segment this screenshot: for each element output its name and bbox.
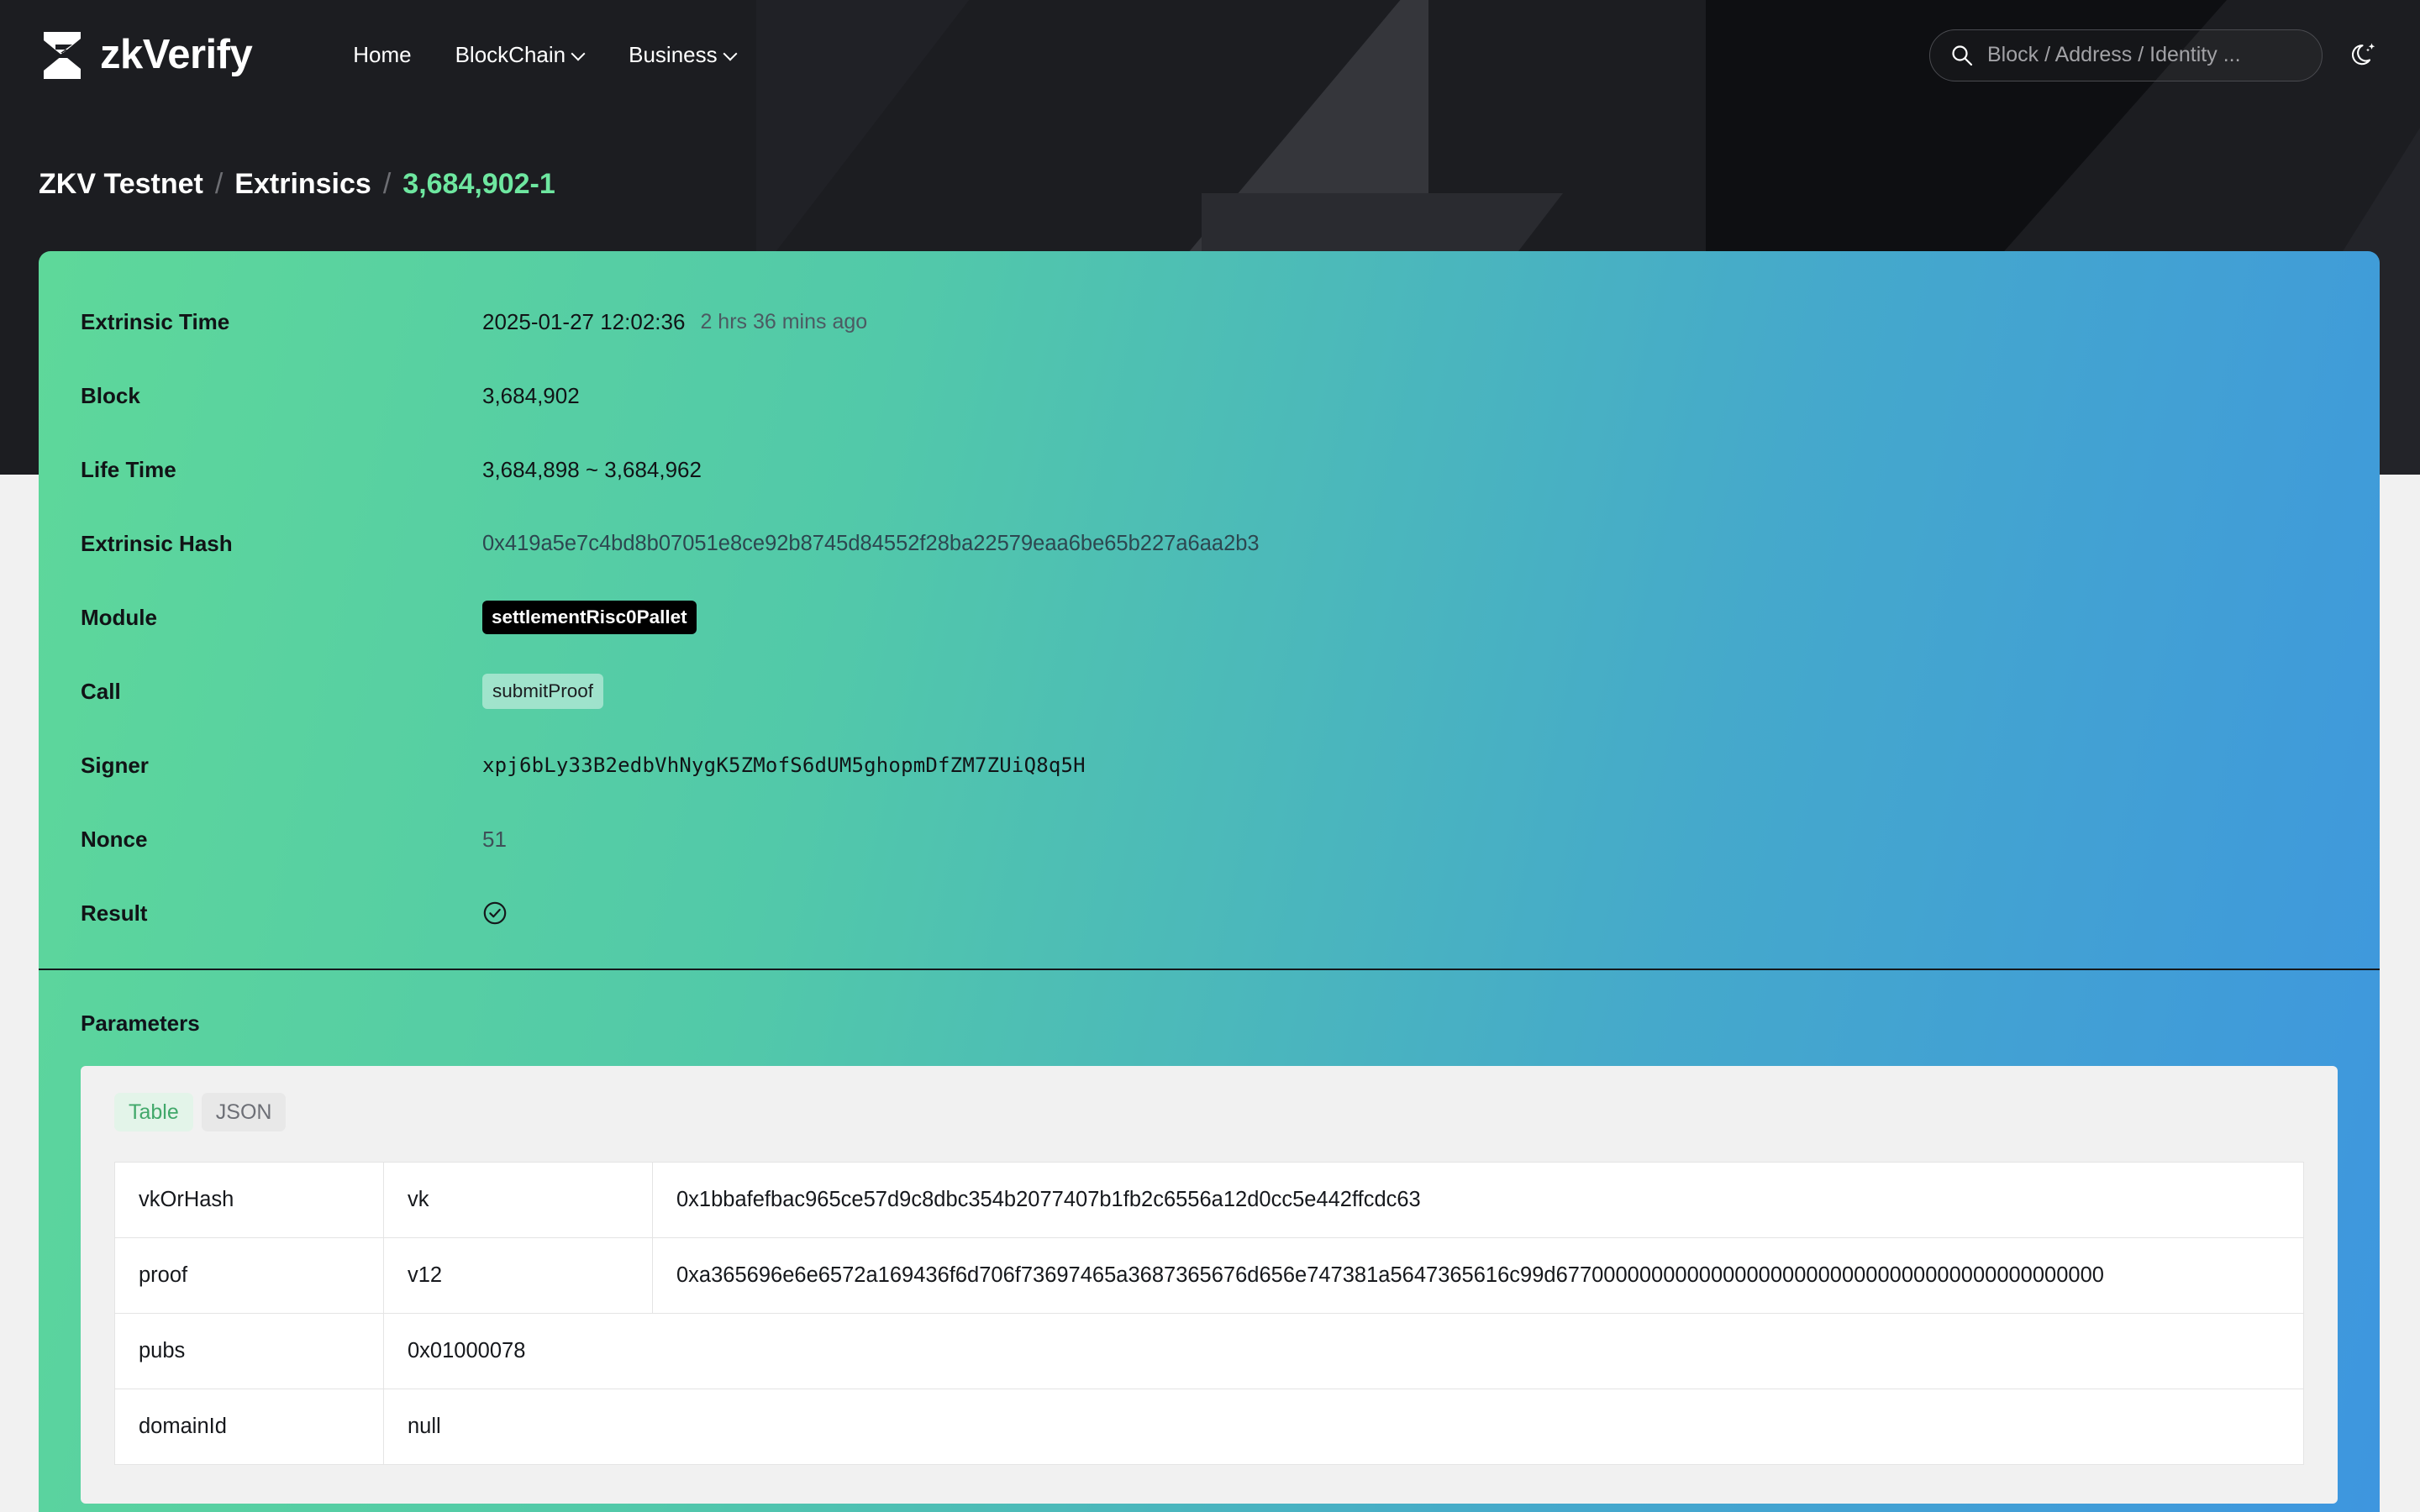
- param-key: vkOrHash: [114, 1162, 384, 1238]
- detail-label: Module: [81, 604, 157, 630]
- param-value: 0x01000078: [383, 1313, 2304, 1389]
- detail-label: Extrinsic Time: [81, 308, 230, 334]
- module-badge[interactable]: settlementRisc0Pallet: [482, 601, 697, 634]
- param-type: v12: [383, 1237, 653, 1314]
- extrinsic-detail-rows: Extrinsic Time 2025-01-27 12:02:36 2 hrs…: [39, 251, 2380, 969]
- detail-row-module: Module settlementRisc0Pallet: [39, 580, 2380, 654]
- navigation-bar: zkVerify Home BlockChain Business: [0, 0, 2420, 110]
- tab-json[interactable]: JSON: [201, 1093, 287, 1131]
- detail-label: Life Time: [81, 456, 176, 482]
- call-badge[interactable]: submitProof: [482, 674, 604, 709]
- detail-row-life-time: Life Time 3,684,898 ~ 3,684,962: [39, 433, 2380, 507]
- breadcrumb-separator: /: [214, 168, 224, 200]
- chevron-down-icon: [572, 47, 585, 60]
- parameters-section: Parameters Table JSON vkOrHash vk 0x1bba…: [39, 970, 2380, 1504]
- extrinsic-hash-value: 0x419a5e7c4bd8b07051e8ce92b8745d84552f28…: [482, 531, 1260, 555]
- check-circle-icon: [483, 901, 507, 925]
- breadcrumb-network[interactable]: ZKV Testnet: [39, 168, 203, 201]
- nav-right-group: [1929, 29, 2381, 81]
- parameters-tabs: Table JSON: [114, 1093, 2304, 1131]
- nav-link-blockchain-label: BlockChain: [455, 42, 566, 67]
- detail-label: Block: [81, 382, 140, 408]
- nav-link-home-label: Home: [353, 42, 412, 67]
- life-time-value: 3,684,898 ~ 3,684,962: [482, 456, 702, 482]
- table-row: pubs 0x01000078: [114, 1313, 2304, 1389]
- breadcrumb: ZKV Testnet / Extrinsics / 3,684,902-1: [39, 168, 555, 201]
- moon-sparkle-icon: [2351, 43, 2375, 65]
- detail-label: Result: [81, 900, 148, 926]
- detail-row-extrinsic-time: Extrinsic Time 2025-01-27 12:02:36 2 hrs…: [39, 285, 2380, 359]
- detail-label: Extrinsic Hash: [81, 530, 233, 556]
- theme-toggle-button[interactable]: [2346, 38, 2381, 73]
- breadcrumb-current: 3,684,902-1: [402, 168, 555, 200]
- extrinsic-time-relative: 2 hrs 36 mins ago: [700, 309, 868, 333]
- parameters-title: Parameters: [81, 1011, 200, 1036]
- breadcrumb-separator: /: [382, 168, 392, 200]
- detail-label: Call: [81, 678, 121, 704]
- detail-label: Nonce: [81, 826, 148, 852]
- param-value: 0x1bbafefbac965ce57d9c8dbc354b2077407b1f…: [652, 1162, 2304, 1238]
- detail-label: Signer: [81, 752, 149, 778]
- detail-value: settlementRisc0Pallet: [482, 601, 697, 634]
- param-value: 0xa365696e6e6572a169436f6d706f73697465a3…: [652, 1237, 2304, 1314]
- nav-link-blockchain[interactable]: BlockChain: [455, 42, 586, 68]
- detail-value: 2025-01-27 12:02:36 2 hrs 36 mins ago: [482, 309, 867, 335]
- parameters-table: vkOrHash vk 0x1bbafefbac965ce57d9c8dbc35…: [114, 1162, 2304, 1465]
- extrinsic-detail-card: Extrinsic Time 2025-01-27 12:02:36 2 hrs…: [39, 251, 2380, 1512]
- detail-value: [482, 900, 508, 926]
- detail-row-signer: Signer xpj6bLy33B2edbVhNygK5ZMofS6dUM5gh…: [39, 728, 2380, 802]
- parameters-panel: Table JSON vkOrHash vk 0x1bbafefbac965ce…: [81, 1066, 2338, 1504]
- table-row: proof v12 0xa365696e6e6572a169436f6d706f…: [114, 1237, 2304, 1314]
- search-box[interactable]: [1929, 29, 2323, 81]
- extrinsic-time-value: 2025-01-27 12:02:36: [482, 308, 686, 334]
- detail-row-extrinsic-hash: Extrinsic Hash 0x419a5e7c4bd8b07051e8ce9…: [39, 507, 2380, 580]
- block-value[interactable]: 3,684,902: [482, 383, 580, 409]
- nav-link-business-label: Business: [629, 42, 718, 67]
- brand-name: zkVerify: [100, 32, 253, 77]
- nav-link-business[interactable]: Business: [629, 42, 737, 68]
- chevron-down-icon: [724, 47, 737, 60]
- tab-table[interactable]: Table: [114, 1093, 193, 1131]
- zkverify-hourglass-logo-icon: [44, 31, 81, 79]
- signer-value[interactable]: xpj6bLy33B2edbVhNygK5ZMofS6dUM5ghopmDfZM…: [482, 753, 1086, 777]
- nav-links: Home BlockChain Business: [353, 42, 736, 68]
- detail-value: submitProof: [482, 674, 604, 709]
- detail-row-call: Call submitProof: [39, 654, 2380, 728]
- param-type: vk: [383, 1162, 653, 1238]
- breadcrumb-section[interactable]: Extrinsics: [234, 168, 371, 201]
- param-value: null: [383, 1389, 2304, 1465]
- brand-logo[interactable]: zkVerify: [39, 30, 253, 81]
- search-icon: [1952, 45, 1973, 66]
- nonce-value: 51: [482, 826, 507, 852]
- nav-link-home[interactable]: Home: [353, 42, 411, 68]
- param-key: domainId: [114, 1389, 384, 1465]
- param-key: pubs: [114, 1313, 384, 1389]
- table-row: vkOrHash vk 0x1bbafefbac965ce57d9c8dbc35…: [114, 1162, 2304, 1238]
- detail-row-block: Block 3,684,902: [39, 359, 2380, 433]
- detail-row-nonce: Nonce 51: [39, 802, 2380, 876]
- search-input[interactable]: [1987, 43, 2302, 67]
- table-row: domainId null: [114, 1389, 2304, 1465]
- detail-row-result: Result: [39, 876, 2380, 950]
- param-key: proof: [114, 1237, 384, 1314]
